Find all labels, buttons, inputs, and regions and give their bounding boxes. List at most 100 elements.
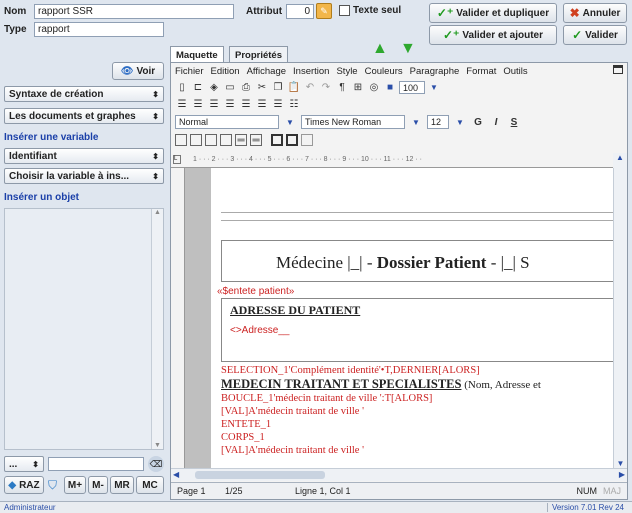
small-input[interactable]	[48, 457, 144, 471]
menu-outils[interactable]: Outils	[503, 66, 527, 77]
print-icon[interactable]: ⎙	[239, 80, 253, 94]
print-preview-icon[interactable]: ▭	[223, 80, 237, 94]
documents-select[interactable]: Les documents et graphes ⬍	[4, 108, 164, 124]
clear-icon[interactable]: ⌫	[148, 456, 164, 472]
basket-icon[interactable]: ⛉	[48, 478, 57, 493]
valider-ajouter-button[interactable]: ✓⁺ Valider et ajouter	[429, 25, 557, 45]
open-folder-icon[interactable]: ⊏	[191, 80, 205, 94]
mr-button[interactable]: MR	[110, 476, 134, 494]
border-left-icon[interactable]	[190, 134, 202, 146]
attribut-field[interactable]: 0	[286, 4, 314, 19]
list-icon[interactable]: ☷	[287, 97, 301, 111]
syntaxe-select[interactable]: Syntaxe de création ⬍	[4, 86, 164, 102]
cut-icon[interactable]: ✂	[255, 80, 269, 94]
raz-button[interactable]: ◆ RAZ	[4, 476, 44, 494]
paste-icon[interactable]: 📋	[287, 80, 301, 94]
border-bottom-icon[interactable]: ═	[235, 134, 247, 146]
border-horizontal-icon[interactable]: ═	[250, 134, 262, 146]
small-select[interactable]: ... ⬍	[4, 456, 44, 472]
menu-affichage[interactable]: Affichage	[247, 66, 286, 77]
indent-center-icon[interactable]: ☰	[255, 97, 269, 111]
border-none-icon[interactable]	[175, 134, 187, 146]
menu-couleurs[interactable]: Couleurs	[365, 66, 403, 77]
copy-icon[interactable]: ❐	[271, 80, 285, 94]
identifiant-select[interactable]: Identifiant ⬍	[4, 148, 164, 164]
m-plus-button[interactable]: M+	[64, 476, 86, 494]
paragraph-icon[interactable]: ¶	[335, 80, 349, 94]
m-minus-button[interactable]: M-	[88, 476, 108, 494]
underline-button[interactable]: S	[507, 115, 521, 129]
scroll-down-icon[interactable]: ▼	[614, 459, 627, 468]
zoom-field[interactable]: 100	[399, 80, 425, 94]
style-dropdown-icon[interactable]: ▼	[283, 115, 297, 129]
table-icon[interactable]: ⊞	[351, 80, 365, 94]
bold-button[interactable]: G	[471, 115, 485, 129]
border-right-icon[interactable]	[205, 134, 217, 146]
valider-button[interactable]: ✓ Valider	[563, 25, 627, 45]
cross-icon: ✖	[569, 6, 580, 20]
border-split-icon[interactable]	[286, 134, 298, 146]
undo-icon[interactable]: ↶	[303, 80, 317, 94]
font-select[interactable]: Times New Roman	[301, 115, 405, 129]
scroll-right-icon[interactable]: ▶	[619, 470, 625, 479]
menu-paragraphe[interactable]: Paragraphe	[410, 66, 460, 77]
vertical-scrollbar[interactable]: ▼	[613, 168, 627, 468]
page-line	[221, 212, 613, 213]
choisir-variable-select[interactable]: Choisir la variable à ins... ⬍	[4, 168, 164, 184]
new-file-icon[interactable]: ▯	[175, 80, 189, 94]
type-field[interactable]: rapport	[34, 22, 164, 37]
menu-format[interactable]: Format	[466, 66, 496, 77]
scroll-down-icon[interactable]: ▼	[152, 442, 163, 449]
objet-list[interactable]: ▲ ▼	[4, 208, 164, 450]
updown-icon: ⬍	[152, 151, 159, 161]
objet-scrollbar[interactable]: ▲ ▼	[151, 209, 163, 449]
indent-left-icon[interactable]: ☰	[239, 97, 253, 111]
boucle-line: BOUCLE_1'médecin traitant de ville ':T[A…	[221, 393, 433, 404]
app-status-bar: Administrateur Version 7.01 Rev 24	[0, 501, 632, 513]
border-light-icon[interactable]	[301, 134, 313, 146]
menu-edition[interactable]: Edition	[211, 66, 240, 77]
menu-style[interactable]: Style	[336, 66, 357, 77]
mc-button[interactable]: MC	[136, 476, 164, 494]
horizontal-ruler[interactable]: 1 · · · 2 · · · 3 · · · 4 · · · 5 · · · …	[171, 153, 627, 168]
scroll-thumb[interactable]	[195, 471, 325, 479]
align-left-icon[interactable]: ☰	[175, 97, 189, 111]
ruler-scroll-up-icon[interactable]: ▲	[613, 153, 627, 168]
editor-status-bar: Page 1 1/25 Ligne 1, Col 1 NUM MAJ	[171, 482, 627, 499]
save-icon[interactable]: ◈	[207, 80, 221, 94]
nom-field[interactable]: rapport SSR	[34, 4, 234, 19]
annuler-button[interactable]: ✖ Annuler	[563, 3, 627, 23]
zoom-dropdown-icon[interactable]: ▼	[427, 80, 441, 94]
target-icon[interactable]: ◎	[367, 80, 381, 94]
nom-label: Nom	[4, 6, 27, 17]
texte-seul-checkbox[interactable]: Texte seul	[339, 5, 401, 16]
arrow-down-icon[interactable]: ▼	[400, 40, 416, 58]
justify-icon[interactable]: ☰	[223, 97, 237, 111]
document-page[interactable]: Médecine |_| - Dossier Patient - |_| S «…	[211, 168, 613, 468]
entete-field: «$entete patient»	[217, 286, 295, 297]
attribut-picker-icon[interactable]: ✎	[316, 3, 332, 19]
horizontal-scrollbar[interactable]: ◀ ▶	[171, 468, 627, 481]
italic-button[interactable]: I	[489, 115, 503, 129]
font-dropdown-icon[interactable]: ▼	[409, 115, 423, 129]
align-right-icon[interactable]: ☰	[207, 97, 221, 111]
image-icon[interactable]: ■	[383, 80, 397, 94]
border-box-icon[interactable]	[271, 134, 283, 146]
voir-button[interactable]: 👁 Voir	[112, 62, 164, 80]
size-select[interactable]: 12	[427, 115, 449, 129]
style-select[interactable]: Normal	[175, 115, 279, 129]
scroll-up-icon[interactable]: ▲	[152, 209, 163, 216]
valider-dupliquer-button[interactable]: ✓⁺ Valider et dupliquer	[429, 3, 557, 23]
scroll-left-icon[interactable]: ◀	[173, 470, 179, 479]
menu-insertion[interactable]: Insertion	[293, 66, 329, 77]
window-icon[interactable]	[613, 65, 623, 74]
toolbar-row-4: ═ ═	[175, 134, 313, 146]
indent-right-icon[interactable]: ☰	[271, 97, 285, 111]
menu-fichier[interactable]: Fichier	[175, 66, 204, 77]
align-center-icon[interactable]: ☰	[191, 97, 205, 111]
arrow-up-icon[interactable]: ▲	[372, 40, 388, 58]
tab-stop-icon[interactable]: L	[173, 155, 181, 164]
border-top-icon[interactable]	[220, 134, 232, 146]
redo-icon[interactable]: ↷	[319, 80, 333, 94]
size-dropdown-icon[interactable]: ▼	[453, 115, 467, 129]
